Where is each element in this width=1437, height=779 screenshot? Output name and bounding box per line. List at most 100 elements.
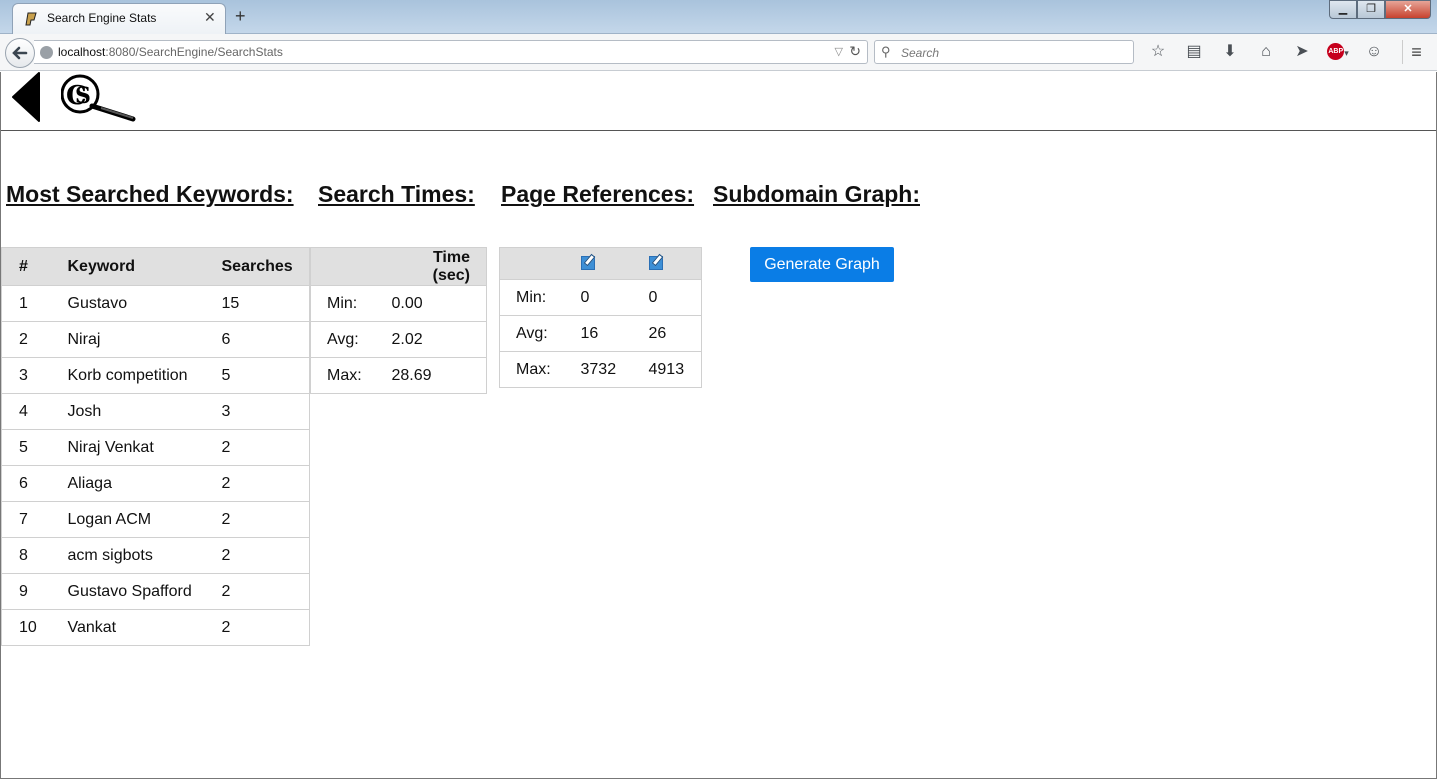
- table-row: Min: 0 0: [499, 279, 702, 316]
- table-row: 1 Gustavo 15: [1, 285, 310, 322]
- stat-label: Min:: [310, 285, 376, 322]
- table-row: Max: 28.69: [310, 357, 487, 394]
- stat-label: Avg:: [310, 321, 376, 358]
- searches-cell: 5: [215, 357, 310, 394]
- table-row: Min: 0.00: [310, 285, 487, 322]
- table-header-row: # Keyword Searches: [1, 247, 310, 286]
- window-close-icon[interactable]: ✕: [1385, 0, 1431, 19]
- reference-value: 4913: [632, 351, 702, 388]
- column-header-edit-1: [564, 247, 633, 280]
- time-value: 0.00: [375, 285, 487, 322]
- table-row: 3 Korb competition 5: [1, 357, 310, 394]
- navigation-bar: localhost:8080/SearchEngine/SearchStats …: [0, 34, 1437, 71]
- searches-cell: 15: [215, 285, 310, 322]
- table-header-row: [499, 247, 702, 280]
- table-row: 2 Niraj 6: [1, 321, 310, 358]
- reload-icon[interactable]: ↻: [849, 43, 861, 60]
- searches-cell: 3: [215, 393, 310, 430]
- rank-cell: 6: [1, 465, 62, 502]
- edit-icon[interactable]: [648, 256, 663, 271]
- arrow-left-icon: [12, 46, 28, 60]
- keyword-cell: acm sigbots: [61, 537, 216, 574]
- rank-cell: 3: [1, 357, 62, 394]
- column-header-blank: [310, 247, 376, 286]
- keyword-cell: Gustavo Spafford: [61, 573, 216, 610]
- reference-value: 16: [564, 315, 633, 352]
- search-engine-logo: C S: [61, 74, 136, 122]
- column-header-time: Time (sec): [375, 247, 487, 286]
- edit-icon[interactable]: [580, 256, 595, 271]
- url-dropdown-icon[interactable]: ▽: [835, 45, 843, 58]
- search-times-table: Time (sec) Min: 0.00 Avg: 2.02 Max: 28.69: [310, 247, 487, 394]
- table-row: 4 Josh 3: [1, 393, 310, 430]
- heading-subdomain-graph[interactable]: Subdomain Graph:: [713, 181, 920, 208]
- reading-list-icon[interactable]: ▤: [1176, 40, 1212, 64]
- bookmark-star-icon[interactable]: ☆: [1140, 40, 1176, 64]
- keyword-cell: Gustavo: [61, 285, 216, 322]
- table-header-row: Time (sec): [310, 247, 487, 286]
- keyword-cell: Aliaga: [61, 465, 216, 502]
- window-controls: ▁ ❐ ✕: [1329, 0, 1431, 20]
- rank-cell: 7: [1, 501, 62, 538]
- heading-page-references[interactable]: Page References:: [501, 181, 694, 208]
- table-row: Avg: 16 26: [499, 315, 702, 352]
- table-row: 7 Logan ACM 2: [1, 501, 310, 538]
- rank-cell: 8: [1, 537, 62, 574]
- searches-cell: 2: [215, 429, 310, 466]
- svg-text:S: S: [75, 83, 91, 109]
- url-bar[interactable]: localhost:8080/SearchEngine/SearchStats …: [34, 40, 868, 64]
- generate-graph-button[interactable]: Generate Graph: [750, 247, 894, 282]
- column-header-keyword: Keyword: [61, 247, 216, 286]
- send-icon[interactable]: ➤: [1284, 40, 1320, 64]
- download-icon[interactable]: ⬇: [1212, 40, 1248, 64]
- restore-icon[interactable]: ❐: [1357, 0, 1385, 19]
- table-row: 6 Aliaga 2: [1, 465, 310, 502]
- reference-value: 3732: [564, 351, 633, 388]
- column-header-rank: #: [1, 247, 62, 286]
- searches-cell: 2: [215, 537, 310, 574]
- adblock-icon[interactable]: ABP▾: [1320, 40, 1356, 64]
- page-references-table: Min: 0 0 Avg: 16 26 Max: 3732 4913: [499, 247, 702, 388]
- new-tab-icon[interactable]: +: [235, 6, 246, 27]
- title-bar: Search Engine Stats ✕ + ▁ ❐ ✕: [0, 0, 1437, 34]
- table-row: 8 acm sigbots 2: [1, 537, 310, 574]
- keyword-cell: Logan ACM: [61, 501, 216, 538]
- column-header-edit-2: [632, 247, 702, 280]
- stat-label: Min:: [499, 279, 565, 316]
- stat-label: Avg:: [499, 315, 565, 352]
- hamburger-menu-icon[interactable]: ≡: [1402, 40, 1430, 64]
- smiley-icon[interactable]: ☺: [1356, 40, 1392, 64]
- table-row: 9 Gustavo Spafford 2: [1, 573, 310, 610]
- back-arrow-icon[interactable]: [11, 72, 41, 122]
- time-value: 28.69: [375, 357, 487, 394]
- url-text[interactable]: localhost:8080/SearchEngine/SearchStats: [58, 45, 283, 59]
- minimize-icon[interactable]: ▁: [1329, 0, 1357, 19]
- keyword-cell: Vankat: [61, 609, 216, 646]
- browser-tab[interactable]: Search Engine Stats ✕: [12, 3, 226, 34]
- stat-label: Max:: [499, 351, 565, 388]
- search-input[interactable]: Search: [901, 46, 939, 60]
- globe-icon: [40, 46, 53, 59]
- rank-cell: 2: [1, 321, 62, 358]
- browser-back-button[interactable]: [5, 38, 35, 68]
- heading-search-times[interactable]: Search Times:: [318, 181, 475, 208]
- reference-value: 0: [564, 279, 633, 316]
- home-icon[interactable]: ⌂: [1248, 40, 1284, 64]
- keyword-cell: Korb competition: [61, 357, 216, 394]
- searches-cell: 2: [215, 465, 310, 502]
- searches-cell: 2: [215, 609, 310, 646]
- url-host: localhost: [58, 45, 106, 59]
- reference-value: 0: [632, 279, 702, 316]
- table-row: 10 Vankat 2: [1, 609, 310, 646]
- rank-cell: 9: [1, 573, 62, 610]
- close-tab-icon[interactable]: ✕: [204, 9, 216, 26]
- table-row: Max: 3732 4913: [499, 351, 702, 388]
- search-bar[interactable]: ⚲ Search: [874, 40, 1134, 64]
- reference-value: 26: [632, 315, 702, 352]
- table-row: Avg: 2.02: [310, 321, 487, 358]
- magnifier-icon: ⚲: [881, 44, 891, 59]
- rank-cell: 1: [1, 285, 62, 322]
- rank-cell: 4: [1, 393, 62, 430]
- heading-most-searched-keywords[interactable]: Most Searched Keywords:: [6, 181, 294, 208]
- searches-cell: 2: [215, 573, 310, 610]
